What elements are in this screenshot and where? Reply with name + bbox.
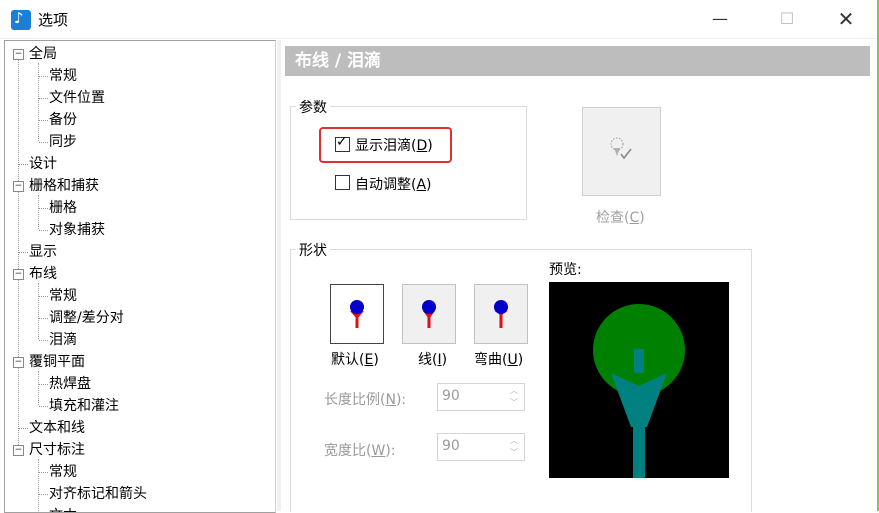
tree-item-dim-text[interactable]: 文本 (49, 505, 77, 512)
tree-item-fill-flood[interactable]: 填充和灌注 (49, 395, 119, 417)
shape-default-label: 默认(E) (331, 352, 379, 368)
tree-item-teardrops[interactable]: 泪滴 (49, 329, 77, 351)
check-button-label: 检查(C) (596, 210, 645, 226)
preview-label: 预览: (549, 262, 582, 278)
options-panel: 布线 / 泪滴 参数 显示泪滴(D) 自动调整(A) 检查(C) 形状 (282, 40, 877, 512)
panel-header: 布线 / 泪滴 (285, 46, 870, 76)
width-ratio-value: 90 (442, 438, 460, 454)
params-group-label: 参数 (296, 97, 330, 117)
length-ratio-label: 长度比例(N): (324, 392, 407, 408)
tree-item-sync[interactable]: 同步 (49, 131, 77, 153)
auto-adjust-label[interactable]: 自动调整(A) (355, 174, 432, 194)
tree-item-general[interactable]: 常规 (49, 65, 77, 87)
app-icon (11, 9, 31, 30)
tree-item-design[interactable]: 设计 (29, 153, 57, 175)
tree-item-routing[interactable]: 布线 (29, 263, 57, 285)
tree-expander-global[interactable]: − (13, 49, 24, 60)
tree-item-backup[interactable]: 备份 (49, 109, 77, 131)
tree-item-thermals[interactable]: 热焊盘 (49, 373, 91, 395)
tree-item-dim-general[interactable]: 常规 (49, 461, 77, 483)
tree-item-object-snap[interactable]: 对象捕获 (49, 219, 105, 241)
teardrop-default-icon (350, 300, 364, 328)
width-ratio-label: 宽度比(W): (324, 443, 396, 459)
params-group (290, 106, 527, 220)
options-tree[interactable]: − 全局 常规 文件位置 备份 同步 设计 − 栅格和捕获 栅格 对象捕获 显示… (4, 40, 276, 513)
pane-splitter[interactable] (277, 40, 281, 511)
show-teardrop-label[interactable]: 显示泪滴(D) (355, 135, 433, 155)
length-ratio-spinner[interactable]: ︿ ﹀ (505, 385, 523, 409)
title-bar: 选项 — ☐ ✕ (0, 0, 879, 39)
tree-item-align-markers[interactable]: 对齐标记和箭头 (49, 483, 147, 505)
tree-item-copper-pour[interactable]: 覆铜平面 (29, 351, 85, 373)
check-button[interactable] (582, 107, 661, 196)
shape-curve-button[interactable] (474, 284, 528, 344)
tree-item-routing-general[interactable]: 常规 (49, 285, 77, 307)
tree-item-file-locations[interactable]: 文件位置 (49, 87, 105, 109)
teardrop-line-icon (422, 300, 436, 328)
tree-expander-grid[interactable]: − (13, 181, 24, 192)
auto-adjust-checkbox[interactable] (335, 175, 350, 190)
tree-expander-copper[interactable]: − (13, 357, 24, 368)
tree-item-display[interactable]: 显示 (29, 241, 57, 263)
tree-item-global[interactable]: 全局 (29, 43, 57, 65)
shape-line-label: 线(I) (418, 352, 448, 368)
shape-group-label: 形状 (296, 240, 330, 260)
width-ratio-spinner[interactable]: ︿ ﹀ (505, 435, 523, 459)
tree-item-text-lines[interactable]: 文本和线 (29, 417, 85, 439)
window-title: 选项 (38, 11, 69, 29)
minimize-button[interactable]: — (700, 6, 740, 32)
shape-line-button[interactable] (402, 284, 456, 344)
tree-item-grid-snap[interactable]: 栅格和捕获 (29, 175, 99, 197)
show-teardrop-checkbox[interactable] (335, 134, 350, 152)
tree-item-tuning-diffpair[interactable]: 调整/差分对 (49, 307, 124, 329)
shape-curve-label: 弯曲(U) (474, 352, 524, 368)
tree-expander-routing[interactable]: − (13, 269, 24, 280)
tree-expander-dimensioning[interactable]: − (13, 445, 24, 456)
shape-default-button[interactable] (330, 284, 384, 344)
length-ratio-input[interactable]: 90 ︿ ﹀ (437, 383, 525, 411)
width-ratio-input[interactable]: 90 ︿ ﹀ (437, 433, 525, 461)
tree-item-grid[interactable]: 栅格 (49, 197, 77, 219)
maximize-button[interactable]: ☐ (767, 6, 807, 32)
teardrop-preview-graphic (593, 304, 685, 478)
tree-item-dimensioning[interactable]: 尺寸标注 (29, 439, 85, 461)
teardrop-check-icon (610, 137, 632, 160)
teardrop-preview (549, 282, 729, 478)
length-ratio-value: 90 (442, 388, 460, 404)
teardrop-curve-icon (494, 300, 508, 328)
close-button[interactable]: ✕ (826, 6, 866, 32)
